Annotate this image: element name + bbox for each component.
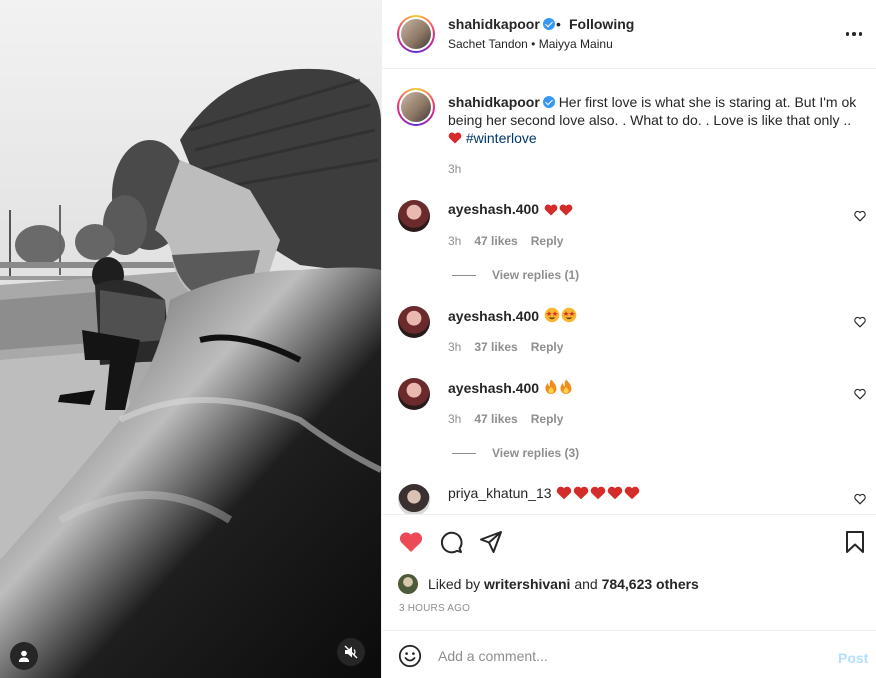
comment-button[interactable] (438, 529, 464, 555)
comment-text: ayeshash.400 (448, 201, 573, 217)
comment-likes[interactable]: 47 likes (474, 234, 517, 248)
comment-meta: 3h 47 likes Reply (448, 412, 563, 426)
comment-likes[interactable]: 37 likes (474, 340, 517, 354)
commenter-avatar[interactable] (398, 484, 430, 514)
liked-by-and: and (574, 576, 598, 592)
commenter-avatar[interactable] (398, 200, 430, 232)
audio-attribution[interactable]: Sachet Tandon • Maiyya Mainu (448, 37, 613, 51)
heart-outline-icon[interactable] (854, 493, 866, 505)
caption-time[interactable]: 3h (448, 162, 461, 176)
comment-username[interactable]: ayeshash.400 (448, 201, 539, 217)
post-side-panel: shahidkapoor • Following Sachet Tandon •… (381, 0, 876, 678)
post-modal: shahidkapoor • Following Sachet Tandon •… (0, 0, 876, 678)
likes-summary[interactable]: Liked by writershivani and 784,623 other… (398, 574, 699, 594)
comment-text: ayeshash.400 (448, 379, 573, 396)
comment-text: ayeshash.400 (448, 307, 577, 324)
comment-time[interactable]: 3h (448, 412, 461, 426)
view-replies-button[interactable]: View replies (1) (452, 268, 579, 282)
post-media[interactable] (0, 0, 381, 678)
caption-username[interactable]: shahidkapoor (448, 94, 540, 110)
liked-by-count[interactable]: 784,623 others (602, 576, 699, 592)
view-replies-label: View replies (1) (492, 268, 580, 282)
liker-avatar[interactable] (398, 574, 418, 594)
comment-username[interactable]: ayeshash.400 (448, 380, 539, 396)
comment-composer: Post (382, 630, 876, 678)
red-heart-emoji-icon (608, 486, 623, 500)
mute-button[interactable] (337, 638, 365, 666)
more-options-button[interactable] (844, 26, 864, 42)
comment-meta: 3h 37 likes Reply (448, 340, 563, 354)
comment-time[interactable]: 3h (448, 234, 461, 248)
tagged-users-button[interactable] (10, 642, 38, 670)
comments-list[interactable]: shahidkapoor Her first love is what she … (382, 70, 876, 514)
emoji-smiley-icon[interactable] (398, 644, 422, 668)
comment-username[interactable]: ayeshash.400 (448, 308, 539, 324)
caption-author-avatar[interactable] (397, 88, 435, 126)
caption: shahidkapoor Her first love is what she … (448, 93, 858, 147)
red-heart-emoji-icon (559, 204, 573, 216)
fire-emoji-icon (545, 379, 557, 394)
reply-button[interactable]: Reply (531, 412, 564, 426)
view-replies-label: View replies (3) (492, 446, 580, 460)
comment-time[interactable]: 3h (448, 340, 461, 354)
star-struck-emoji-icon (544, 307, 560, 323)
post-comment-button[interactable]: Post (838, 650, 868, 666)
like-button[interactable] (398, 529, 424, 555)
post-actions: Liked by writershivani and 784,623 other… (382, 514, 876, 630)
speaker-muted-icon (344, 645, 358, 659)
reply-button[interactable]: Reply (531, 340, 564, 354)
heart-outline-icon[interactable] (854, 316, 866, 328)
post-timestamp[interactable]: 3 HOURS AGO (399, 603, 470, 614)
caption-hashtag[interactable]: #winterlove (466, 130, 537, 146)
following-button[interactable]: Following (569, 16, 634, 32)
fire-emoji-icon (560, 379, 572, 394)
comment-username[interactable]: priya_khatun_13 (448, 485, 552, 501)
comment-meta: 3h 47 likes Reply (448, 234, 563, 248)
comment-text: priya_khatun_13 (448, 485, 640, 501)
heart-outline-icon[interactable] (854, 210, 866, 222)
verified-badge-icon (542, 96, 555, 108)
header-separator: • (556, 16, 561, 32)
star-struck-emoji-icon (561, 307, 577, 323)
comment-likes[interactable]: 47 likes (474, 412, 517, 426)
verified-badge-icon (542, 18, 555, 30)
post-photo (0, 0, 381, 678)
reply-button[interactable]: Reply (531, 234, 564, 248)
author-username-row[interactable]: shahidkapoor (448, 16, 555, 32)
save-button[interactable] (842, 529, 868, 555)
red-heart-emoji-icon (448, 132, 462, 144)
heart-outline-icon[interactable] (854, 388, 866, 400)
liked-by-prefix: Liked by (428, 576, 481, 592)
liked-by-user[interactable]: writershivani (484, 576, 570, 592)
person-icon (18, 650, 30, 662)
post-header: shahidkapoor • Following Sachet Tandon •… (382, 0, 876, 69)
author-username[interactable]: shahidkapoor (448, 16, 540, 32)
comment-input[interactable] (438, 643, 818, 669)
view-replies-button[interactable]: View replies (3) (452, 446, 579, 460)
commenter-avatar[interactable] (398, 378, 430, 410)
red-heart-emoji-icon (557, 486, 572, 500)
red-heart-emoji-icon (625, 486, 640, 500)
author-avatar[interactable] (397, 15, 435, 53)
red-heart-emoji-icon (544, 204, 558, 216)
share-button[interactable] (478, 529, 504, 555)
more-dots-icon (845, 32, 850, 36)
red-heart-emoji-icon (591, 486, 606, 500)
red-heart-emoji-icon (574, 486, 589, 500)
commenter-avatar[interactable] (398, 306, 430, 338)
